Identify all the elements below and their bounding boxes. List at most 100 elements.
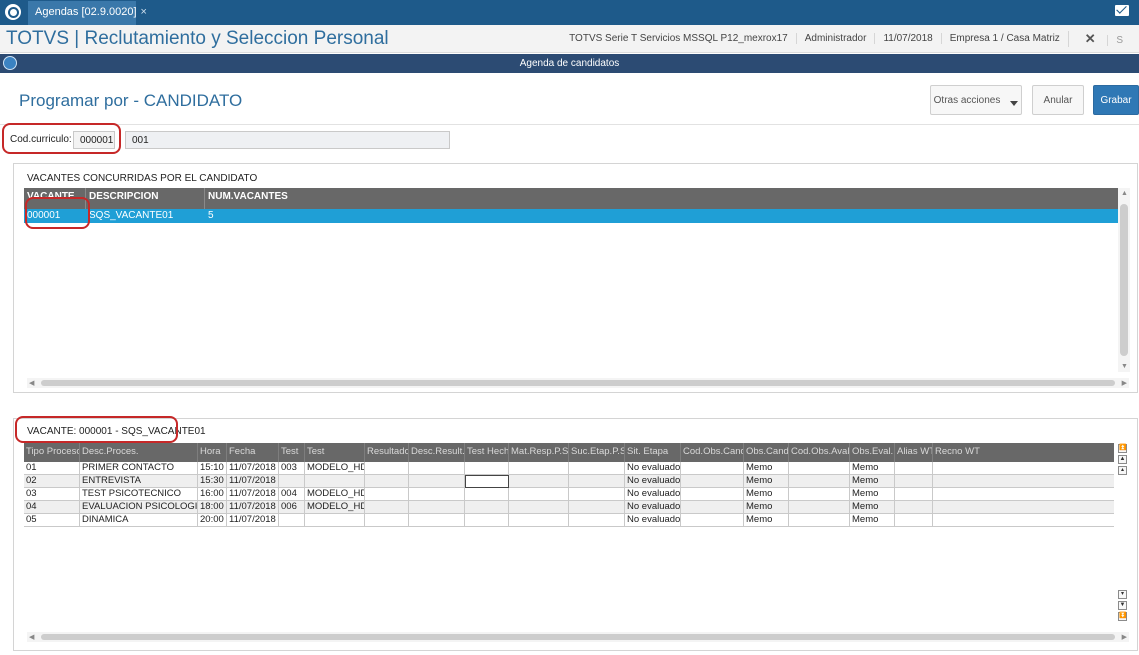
mail-icon[interactable]: [1115, 5, 1129, 16]
cell-desc-result: [409, 501, 465, 514]
tab-title: Agendas [02.9.0020]: [35, 6, 137, 18]
save-button[interactable]: Grabar: [1093, 85, 1139, 115]
col-test[interactable]: Test: [305, 443, 365, 462]
cancel-button[interactable]: Anular: [1032, 85, 1084, 115]
cell-obs-eval: Memo: [850, 501, 895, 514]
next-record-icon[interactable]: ▾: [1118, 590, 1127, 599]
scroll-thumb[interactable]: [41, 380, 1115, 386]
col-descripcion[interactable]: DESCRIPCION: [86, 188, 205, 209]
cell-tipo-proceso: 04: [24, 501, 80, 514]
scroll-left-icon[interactable]: ◀: [29, 379, 34, 387]
scroll-up-icon[interactable]: ▲: [1121, 190, 1128, 197]
cell-cod-obs-cand: [681, 514, 744, 527]
col-hora[interactable]: Hora: [198, 443, 227, 462]
col-fecha[interactable]: Fecha: [227, 443, 279, 462]
table-row[interactable]: 000001 SQS_VACANTE01 5: [24, 209, 1118, 223]
etapas-grid-body: 01 PRIMER CONTACTO 15:10 11/07/2018 003 MODEL…: [24, 462, 1114, 527]
next-page-icon[interactable]: ▼: [1118, 601, 1127, 610]
scroll-thumb[interactable]: [1120, 204, 1128, 356]
page-header: Programar por - CANDIDATO Otras acciones…: [0, 73, 1139, 125]
cell-fecha: 11/07/2018: [227, 488, 279, 501]
col-obs-eval[interactable]: Obs.Eval.: [850, 443, 895, 462]
cell-resultado: [365, 501, 409, 514]
col-mat-resp[interactable]: Mat.Resp.P.S: [509, 443, 569, 462]
cell-desc-proces: EVALUACION PSICOLOGICA: [80, 501, 198, 514]
tab-close-icon[interactable]: ×: [141, 6, 147, 18]
window-title: Agenda de candidatos: [519, 58, 620, 69]
cell-cod-obs-aval: [789, 462, 850, 475]
col-cod-obs-cand[interactable]: Cod.Obs.Cand: [681, 443, 744, 462]
cell-alias-wt: [895, 501, 933, 514]
app-header: TOTVS | Reclutamiento y Seleccion Person…: [0, 25, 1139, 53]
cell-resultado: [365, 514, 409, 527]
vacantes-vertical-scrollbar[interactable]: ▲ ▼: [1118, 188, 1130, 372]
cell-sit-etapa: No evaluado: [625, 514, 681, 527]
table-row[interactable]: 01 PRIMER CONTACTO 15:10 11/07/2018 003 MODEL…: [24, 462, 1114, 475]
cell-sit-etapa: No evaluado: [625, 501, 681, 514]
scroll-right-icon[interactable]: ▶: [1122, 379, 1127, 387]
cell-desc-result: [409, 475, 465, 488]
col-desc-result[interactable]: Desc.Result.: [409, 443, 465, 462]
col-test-hecho[interactable]: Test Hecho: [465, 443, 509, 462]
col-obs-cand[interactable]: Obs.Cand.: [744, 443, 789, 462]
cell-sit-etapa: No evaluado: [625, 475, 681, 488]
scroll-left-icon[interactable]: ◀: [29, 633, 34, 641]
cell-test-code: [279, 514, 305, 527]
table-row[interactable]: 02 ENTREVISTA 15:30 11/07/2018 No evaluado Me…: [24, 475, 1114, 488]
cell-mat-resp: [509, 475, 569, 488]
session-info: TOTVS Serie T Servicios MSSQL P12_mexrox…: [561, 25, 1139, 52]
cell-recno-wt: [933, 501, 1114, 514]
page-title: Programar por - CANDIDATO: [19, 91, 243, 110]
cell-fecha: 11/07/2018: [227, 475, 279, 488]
cell-tipo-proceso: 02: [24, 475, 80, 488]
cell-desc-proces: ENTREVISTA: [80, 475, 198, 488]
last-record-icon[interactable]: ⏬: [1118, 612, 1127, 621]
col-tipo-proceso[interactable]: Tipo Proceso: [24, 443, 80, 462]
prev-page-icon[interactable]: ▲: [1118, 455, 1127, 464]
scroll-down-icon[interactable]: ▼: [1121, 363, 1128, 370]
col-suc-etap[interactable]: Suc.Etap.P.S: [569, 443, 625, 462]
environment-label: TOTVS Serie T Servicios MSSQL P12_mexrox…: [569, 33, 788, 44]
table-row[interactable]: 05 DINAMICA 20:00 11/07/2018 No evaluado Memo…: [24, 514, 1114, 527]
cell-test-code: 004: [279, 488, 305, 501]
col-num-vacantes[interactable]: NUM.VACANTES: [205, 188, 1118, 209]
company-label[interactable]: Empresa 1 / Casa Matriz: [940, 33, 1068, 44]
cell-desc-result: [409, 488, 465, 501]
cell-recno-wt: [933, 475, 1114, 488]
other-actions-label: Otras acciones: [933, 94, 1001, 106]
scroll-right-icon[interactable]: ▶: [1122, 633, 1127, 641]
cell-hora: 16:00: [198, 488, 227, 501]
col-alias-wt[interactable]: Alias WT: [895, 443, 933, 462]
scroll-thumb[interactable]: [41, 634, 1115, 640]
cell-cod-obs-aval: [789, 475, 850, 488]
table-row[interactable]: 04 EVALUACION PSICOLOGICA 18:00 11/07/2018 0…: [24, 501, 1114, 514]
cell-hora: 15:30: [198, 475, 227, 488]
col-cod-obs-aval[interactable]: Cod.Obs.Aval: [789, 443, 850, 462]
cell-obs-cand: Memo: [744, 462, 789, 475]
col-resultado[interactable]: Resultado: [365, 443, 409, 462]
cell-tipo-proceso: 03: [24, 488, 80, 501]
col-recno-wt[interactable]: Recno WT: [933, 443, 1114, 462]
cell-tipo-proceso: 05: [24, 514, 80, 527]
grid-nav-top: ⏫ ▲ ▴: [1118, 444, 1127, 475]
vacantes-panel: VACANTES CONCURRIDAS POR EL CANDIDATO VA…: [13, 163, 1138, 393]
other-actions-button[interactable]: Otras acciones: [930, 85, 1022, 115]
etapas-horizontal-scrollbar[interactable]: ◀ ▶: [27, 632, 1129, 642]
first-record-icon[interactable]: ⏫: [1118, 444, 1127, 453]
vacantes-horizontal-scrollbar[interactable]: ◀ ▶: [27, 378, 1129, 388]
cell-suc-etap: [569, 501, 625, 514]
cell-suc-etap: [569, 475, 625, 488]
cell-desc-proces: DINAMICA: [80, 514, 198, 527]
col-desc-proces[interactable]: Desc.Proces.: [80, 443, 198, 462]
cell-test-hecho: [465, 514, 509, 527]
cell-resultado: [365, 475, 409, 488]
col-sit-etapa[interactable]: Sit. Etapa: [625, 443, 681, 462]
col-test-code[interactable]: Test: [279, 443, 305, 462]
close-app-button[interactable]: ✕ S: [1067, 30, 1139, 47]
cell-desc-result: [409, 514, 465, 527]
tab-agendas[interactable]: Agendas [02.9.0020] ×: [28, 1, 147, 25]
table-row[interactable]: 03 TEST PSICOTECNICO 16:00 11/07/2018 004 MOD…: [24, 488, 1114, 501]
vacantes-section-title: VACANTES CONCURRIDAS POR EL CANDIDATO: [27, 173, 258, 184]
prev-record-icon[interactable]: ▴: [1118, 466, 1127, 475]
cell-recno-wt: [933, 462, 1114, 475]
